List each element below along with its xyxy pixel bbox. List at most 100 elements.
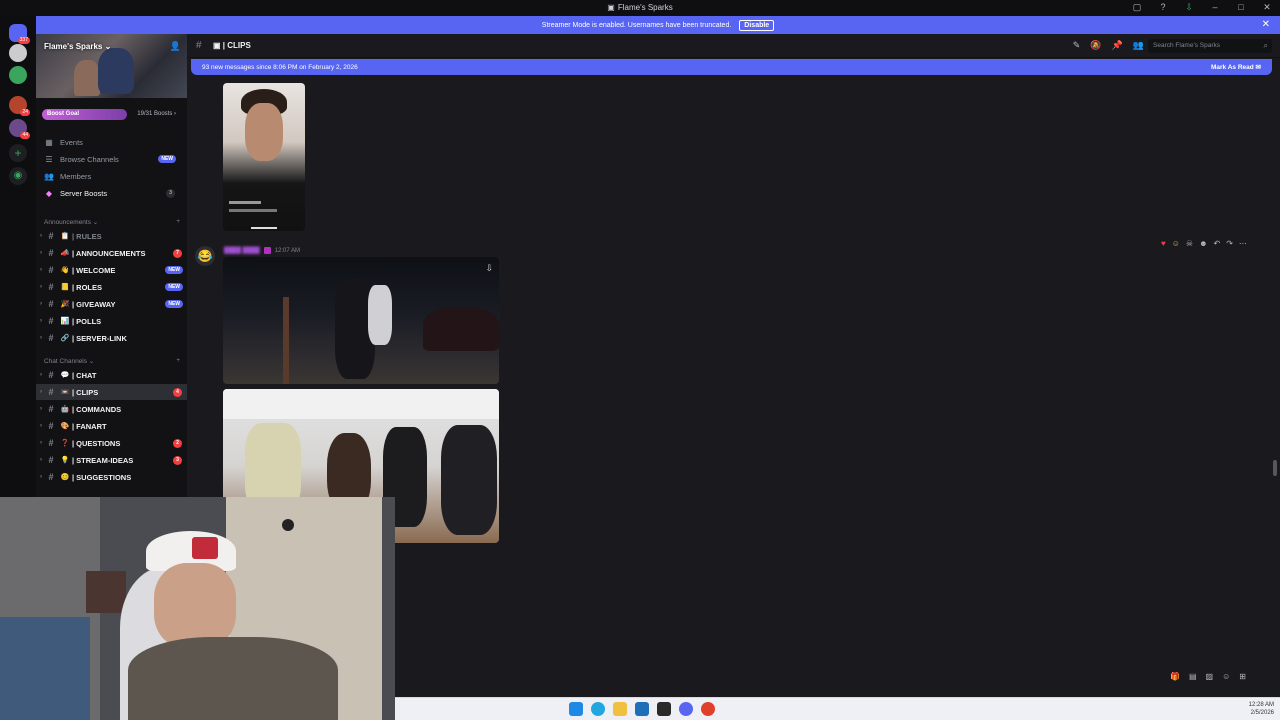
collapse-arrow-icon: › [40, 440, 42, 446]
channel-item[interactable]: › # 👋 | WELCOME NEW [36, 262, 187, 278]
channel-item[interactable]: › # 😊 | SUGGESTIONS [36, 469, 187, 485]
members-item[interactable]: 👥 Members [44, 169, 180, 183]
avatar[interactable]: 😂 [195, 246, 215, 266]
server-icon[interactable] [9, 66, 27, 84]
server-icon[interactable]: 44 [9, 119, 30, 139]
channel-item[interactable]: › # 🔗 | SERVER-LINK [36, 330, 187, 346]
channel-item[interactable]: › # 🤖 | COMMANDS [36, 401, 187, 417]
mark-as-read-button[interactable]: Mark As Read ✉ [1211, 63, 1261, 71]
mention-badge: 4 [173, 387, 182, 397]
banner-figure [98, 48, 134, 94]
channel-emoji: 🔗 [60, 335, 70, 342]
server-list: 337 24 44 + ◉ [0, 16, 36, 500]
threads-icon[interactable]: ✎ [1073, 40, 1081, 51]
new-messages-bar[interactable]: 93 new messages since 8:06 PM on Februar… [191, 59, 1272, 75]
add-reaction-icon[interactable]: ☻ [1199, 239, 1207, 248]
apps-icon[interactable]: ⊞ [1239, 672, 1246, 681]
scrollbar[interactable] [1273, 460, 1277, 476]
app-icon[interactable] [701, 702, 715, 716]
category-chat[interactable]: Chat Channels ⌄ + [44, 357, 180, 365]
channel-item[interactable]: › # 🎉 | GIVEAWAY NEW [36, 296, 187, 312]
notifications-icon[interactable]: 🔕 [1090, 40, 1101, 51]
start-icon[interactable] [569, 702, 583, 716]
discord-icon[interactable] [679, 702, 693, 716]
mention-badge: 3 [173, 455, 182, 465]
browse-channels-item[interactable]: ☰ Browse Channels NEW [44, 152, 180, 166]
channel-emoji: ❓ [60, 440, 70, 447]
collapse-arrow-icon: › [40, 372, 42, 378]
webcam-overlay [0, 497, 395, 720]
close-window-button[interactable]: ✕ [1260, 2, 1274, 13]
video-attachment[interactable]: ⇩ [223, 257, 499, 384]
channel-item[interactable]: › # ❓ | QUESTIONS 2 [36, 435, 187, 451]
add-server-icon[interactable]: + [9, 144, 27, 162]
home-icon[interactable]: 337 [9, 24, 30, 44]
emoji-icon[interactable]: ☺ [1222, 672, 1230, 681]
channel-emoji: 💬 [60, 372, 70, 379]
edge-icon[interactable] [591, 702, 605, 716]
help-icon[interactable]: ? [1156, 2, 1170, 13]
channel-item[interactable]: › # 📋 | RULES [36, 228, 187, 244]
member-list-icon[interactable]: 👥 [1133, 40, 1144, 51]
app-icon[interactable] [657, 702, 671, 716]
reply-icon[interactable]: ↶ [1214, 239, 1221, 248]
gif-icon[interactable]: ▤ [1189, 672, 1197, 681]
server-boosts-item[interactable]: ◆ Server Boosts 3 [44, 186, 180, 200]
forward-icon[interactable]: ↷ [1226, 239, 1233, 248]
boost-goal[interactable]: Boost Goal 19/31 Boosts › [42, 109, 182, 120]
server-banner[interactable]: Flame's Sparks ⌄ 👤 [36, 34, 187, 98]
clock[interactable]: 12:28 AM 2/5/2026 [1249, 701, 1274, 717]
title-bar: ▣ Flame's Sparks ▢ ? ⇩ – □ ✕ [0, 0, 1280, 16]
timestamp: 12:07 AM [274, 247, 301, 254]
message-header: ████ ████ 12:07 AM [224, 247, 300, 254]
laugh-reaction-icon[interactable]: ☺ [1172, 239, 1180, 248]
server-icon[interactable] [9, 44, 27, 62]
channel-item[interactable]: › # 🎨 | FANART [36, 418, 187, 434]
invite-icon[interactable]: 👤 [170, 41, 181, 52]
channel-item[interactable]: › # 📼 | CLIPS 4 [36, 384, 187, 400]
explorer-icon[interactable] [613, 702, 627, 716]
channel-emoji: 📒 [60, 284, 70, 291]
channel-item[interactable]: › # 💡 | STREAM-IDEAS 3 [36, 452, 187, 468]
search-icon: ⌕ [1263, 41, 1268, 50]
message-image[interactable] [223, 83, 305, 231]
collapse-arrow-icon: › [40, 250, 42, 256]
collapse-arrow-icon: › [40, 318, 42, 324]
add-channel-icon[interactable]: + [176, 357, 180, 365]
disable-streamer-button[interactable]: Disable [739, 19, 775, 31]
search-input[interactable]: Search Flame's Sparks ⌕ [1148, 39, 1272, 53]
image-detail [128, 637, 338, 720]
collapse-arrow-icon: › [40, 335, 42, 341]
store-icon[interactable] [635, 702, 649, 716]
username[interactable]: ████ ████ [224, 248, 260, 254]
download-icon[interactable]: ⇩ [485, 263, 493, 274]
inbox-icon[interactable]: ▢ [1130, 2, 1144, 13]
gift-icon[interactable]: 🎁 [1170, 672, 1180, 681]
mention-badge: 7 [173, 248, 182, 258]
more-icon[interactable]: ⋯ [1239, 239, 1247, 248]
close-banner-icon[interactable]: ✕ [1262, 19, 1270, 30]
category-announcements[interactable]: Announcements ⌄ + [44, 218, 180, 226]
discord-window: ▣ Flame's Sparks ▢ ? ⇩ – □ ✕ Streamer Mod… [0, 0, 1280, 720]
add-channel-icon[interactable]: + [176, 218, 180, 226]
maximize-button[interactable]: □ [1234, 2, 1248, 13]
server-icon[interactable]: 24 [9, 96, 30, 116]
skull-reaction-icon[interactable]: ☠ [1186, 239, 1193, 248]
discover-icon[interactable]: ◉ [9, 167, 27, 185]
channel-name: | ANNOUNCEMENTS [72, 248, 146, 258]
sticker-icon[interactable]: ▨ [1206, 672, 1214, 681]
channel-item[interactable]: › # 📊 | POLLS [36, 313, 187, 329]
pin-icon[interactable]: 📌 [1112, 40, 1123, 51]
download-icon[interactable]: ⇩ [1182, 2, 1196, 13]
image-detail [192, 537, 218, 559]
hash-icon: # [48, 404, 54, 414]
hash-icon: # [48, 370, 54, 380]
minimize-button[interactable]: – [1208, 2, 1222, 13]
channel-item[interactable]: › # 📣 | ANNOUNCEMENTS 7 [36, 245, 187, 261]
events-item[interactable]: ▦ Events [44, 135, 180, 149]
channel-item[interactable]: › # 💬 | CHAT [36, 367, 187, 383]
heart-reaction-icon[interactable]: ♥ [1161, 239, 1166, 248]
channel-title: ▣ | CLIPS [213, 41, 251, 50]
server-name[interactable]: Flame's Sparks ⌄ [44, 42, 111, 51]
channel-item[interactable]: › # 📒 | ROLES NEW [36, 279, 187, 295]
